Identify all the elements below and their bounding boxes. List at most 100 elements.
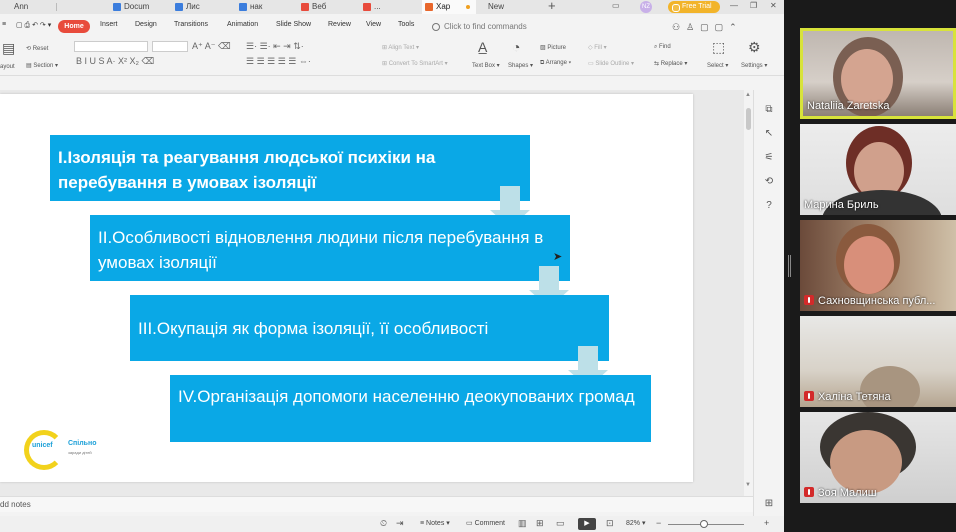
arrow-stem (539, 266, 559, 290)
zoom-slider-knob[interactable] (700, 520, 708, 528)
comment-toggle[interactable]: ▭ Comment (466, 519, 505, 527)
help-icon[interactable]: ? (763, 200, 775, 212)
menu-view[interactable]: View (366, 21, 381, 28)
new-slide-icon[interactable]: ▤ (2, 40, 15, 57)
menu-bar: ≡ ▢ ⎙ ↶ ↷ ▾ Home Insert Design Transitio… (0, 18, 784, 36)
section-button[interactable]: ▤ Section ▾ (26, 62, 58, 69)
fill-button[interactable]: ◇ Fill ▾ (588, 44, 607, 51)
unsaved-dot (466, 5, 470, 9)
scroll-thumb[interactable] (746, 108, 751, 130)
share-comment-icons[interactable]: ⚇♙▢▢⌃ (672, 22, 743, 33)
grid-icon[interactable]: ⊞ (763, 498, 775, 510)
font-name-select[interactable] (74, 41, 148, 52)
slide-outline-button[interactable]: ▭ Slide Outline ▾ (588, 60, 634, 67)
panel-resize-handle[interactable] (788, 255, 791, 277)
logo-name: Спільно (68, 440, 97, 447)
timer-icon[interactable]: ⏲ (380, 518, 387, 529)
arrow-stem (500, 186, 520, 210)
history-icon[interactable]: ⟲ (763, 176, 775, 188)
menu-transitions[interactable]: Transitions (174, 21, 208, 28)
notes-toggle[interactable]: ≡ Notes ▾ (420, 519, 450, 527)
font-size-icons[interactable]: A⁺ A⁻ ⌫ (192, 41, 231, 52)
task-pane-icons: ⧉ ↖ ⚟ ⟲ ? ⊞ (753, 90, 784, 530)
participant-tile[interactable]: Халіна Тетяна (800, 316, 956, 407)
zoom-fit-icon[interactable]: ⊡ (606, 518, 614, 529)
menu-insert[interactable]: Insert (100, 21, 118, 28)
participant-tile[interactable]: Зоя Малиш (800, 412, 956, 503)
participant-name: Nataliia Zaretska (807, 100, 890, 112)
select-button[interactable]: Select ▾ (707, 62, 728, 69)
font-size-select[interactable] (152, 41, 188, 52)
menu-tools[interactable]: Tools (398, 21, 414, 28)
find-button[interactable]: ⌕ Find (654, 44, 671, 51)
restore-icon[interactable]: ❐ (750, 1, 757, 10)
scroll-up-icon[interactable]: ▲ (745, 92, 751, 98)
slides-pane-icon[interactable]: ⧉ (763, 104, 775, 116)
menu-slide-show[interactable]: Slide Show (276, 21, 311, 28)
doc-tab[interactable]: нак (236, 0, 280, 14)
reset-button[interactable]: ⟲ Reset (26, 45, 48, 52)
settings-button[interactable]: Settings ▾ (741, 62, 767, 69)
command-search-input[interactable]: Click to find commands (432, 22, 527, 31)
slide[interactable]: I.Ізоляція та реагування людської психік… (0, 94, 693, 482)
play-slideshow-button[interactable]: ▶ (578, 518, 596, 530)
minimize-icon[interactable]: — (730, 1, 738, 10)
status-bar: ⏲ ⇥ ≡ Notes ▾ ▭ Comment ▥ ⊞ ▭ ▶ ⊡ 82% ▾ … (0, 516, 784, 532)
new-tab-plus-icon[interactable]: + (548, 0, 556, 13)
text-box-icon[interactable]: A̲ (478, 39, 487, 55)
slide-box-4[interactable]: IV.Організація допомоги населенню деокуп… (170, 375, 651, 442)
pdf-icon (363, 3, 371, 11)
scroll-down-icon[interactable]: ▼ (745, 482, 751, 488)
ribbon-toolbar: ▤ ayout ⟲ Reset ▤ Section ▾ A⁺ A⁻ ⌫ B I … (0, 38, 784, 76)
layout-button[interactable]: ayout (0, 64, 15, 70)
avatar[interactable]: NZ (640, 1, 652, 13)
quick-access-icons[interactable]: ▢ ⎙ ↶ ↷ ▾ (16, 21, 51, 30)
slide-box-2[interactable]: II.Особливості відновлення людини після … (90, 215, 570, 281)
properties-icon[interactable]: ⚟ (763, 152, 775, 164)
settings-icon[interactable]: ⚙ (748, 39, 761, 56)
menu-home[interactable]: Home (58, 20, 90, 33)
align-text-button[interactable]: ⊞ Align Text ▾ (382, 44, 419, 51)
participant-tile[interactable]: Nataliia Zaretska (800, 28, 956, 119)
normal-view-icon[interactable]: ▥ (518, 518, 527, 529)
text-box-button[interactable]: Text Box ▾ (472, 62, 500, 69)
zoom-out-icon[interactable]: − (656, 518, 661, 528)
notes-pane[interactable]: dd notes (0, 496, 753, 512)
align-icons[interactable]: ☰ ☰ ☰ ☰ ☰ ⇔· (246, 56, 311, 67)
close-icon[interactable]: ✕ (770, 1, 777, 10)
zoom-in-icon[interactable]: + (764, 518, 769, 528)
arrange-button[interactable]: ⧉ Arrange ▾ (540, 60, 571, 67)
slide-sorter-icon[interactable]: ⊞ (536, 518, 544, 529)
list-icons[interactable]: ☰· ☰· ⇤ ⇥ ⇅· (246, 41, 304, 52)
select-pane-icon[interactable]: ↖ (763, 128, 775, 140)
slide-box-3[interactable]: III.Окупація як форма ізоляції, її особл… (130, 295, 609, 361)
shapes-icon[interactable]: ◔ (512, 39, 520, 55)
select-icon[interactable]: ⬚ (712, 39, 725, 56)
menu-review[interactable]: Review (328, 21, 351, 28)
replace-button[interactable]: ⇆ Replace ▾ (654, 60, 687, 67)
unicef-spilno-logo: unicef Спільно заради дітей (20, 424, 110, 474)
menu-design[interactable]: Design (135, 21, 157, 28)
tablet-icon[interactable]: ▭ (612, 1, 620, 10)
menu-icon[interactable]: ≡ (2, 21, 6, 28)
free-trial-button[interactable]: Free Trial (668, 1, 720, 13)
doc-tab[interactable]: Веб (298, 0, 340, 14)
convert-smartart-button[interactable]: ⊞ Convert To SmartArt ▾ (382, 60, 448, 67)
doc-tab[interactable]: ... (360, 0, 390, 14)
reading-view-icon[interactable]: ▭ (556, 518, 565, 529)
doc-tab[interactable]: Ann (0, 0, 52, 14)
zoom-level[interactable]: 82% ▾ (626, 519, 645, 527)
doc-tab[interactable]: Лис (172, 0, 216, 14)
participant-tile[interactable]: Марина Бриль (800, 124, 956, 215)
shapes-button[interactable]: Shapes ▾ (508, 62, 533, 69)
menu-animation[interactable]: Animation (227, 21, 258, 28)
doc-tab[interactable]: New (484, 0, 534, 14)
vertical-scrollbar[interactable]: ▲ ▼ (744, 90, 753, 496)
text-format-icons[interactable]: B I U S A· X² X₂ ⌫ (76, 56, 154, 67)
picture-button[interactable]: ▨ Picture (540, 44, 566, 51)
doc-tab[interactable]: Docum (110, 0, 156, 14)
login-icon[interactable]: ⇥ (396, 518, 404, 529)
participant-tile[interactable]: Сахновщинська публ... (800, 220, 956, 311)
mouse-cursor-icon: ➤ (553, 251, 563, 263)
slide-box-1[interactable]: I.Ізоляція та реагування людської психік… (50, 135, 530, 201)
